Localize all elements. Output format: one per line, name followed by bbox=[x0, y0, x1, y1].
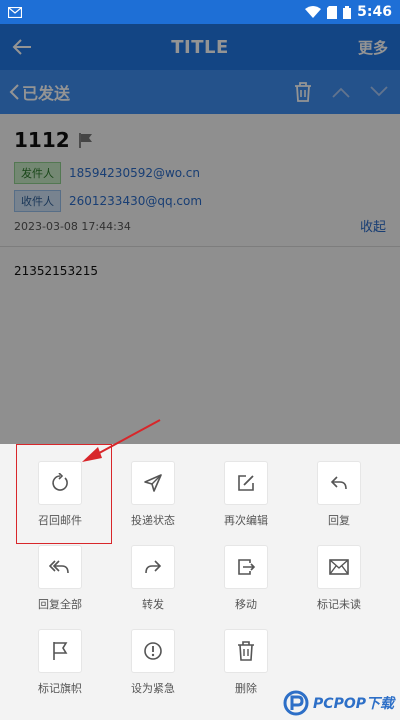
action-label: 标记旗帜 bbox=[38, 682, 82, 695]
annotation-arrow-icon bbox=[82, 419, 161, 462]
send-icon bbox=[144, 474, 162, 492]
action-label: 标记未读 bbox=[317, 598, 361, 611]
move-icon bbox=[238, 559, 256, 575]
delete-button[interactable]: 删除 bbox=[206, 630, 286, 710]
action-label: 投递状态 bbox=[131, 514, 175, 527]
mark-flag-button[interactable]: 标记旗帜 bbox=[20, 630, 100, 710]
forward-icon bbox=[145, 560, 162, 574]
action-label: 回复全部 bbox=[38, 598, 82, 611]
action-label: 再次编辑 bbox=[224, 514, 268, 527]
action-label: 回复 bbox=[328, 514, 350, 527]
reply-button[interactable]: 回复 bbox=[299, 462, 379, 542]
pcpop-logo-icon bbox=[283, 690, 309, 716]
watermark: PCPOP下载 bbox=[283, 690, 394, 716]
no-sim-icon bbox=[327, 5, 338, 19]
reply-all-button[interactable]: 回复全部 bbox=[20, 546, 100, 626]
edit-again-button[interactable]: 再次编辑 bbox=[206, 462, 286, 542]
mail-icon bbox=[329, 559, 349, 575]
notification-mail-icon bbox=[8, 6, 22, 18]
flag-icon bbox=[53, 642, 68, 660]
dim-overlay[interactable] bbox=[0, 24, 400, 444]
wifi-icon bbox=[305, 6, 322, 18]
action-label: 删除 bbox=[235, 682, 257, 695]
action-label: 移动 bbox=[235, 598, 257, 611]
edit-icon bbox=[238, 475, 254, 491]
reply-all-icon bbox=[49, 560, 69, 574]
move-button[interactable]: 移动 bbox=[206, 546, 286, 626]
status-time: 5:46 bbox=[357, 4, 392, 20]
delivery-status-button[interactable]: 投递状态 bbox=[113, 462, 193, 542]
mark-unread-button[interactable]: 标记未读 bbox=[299, 546, 379, 626]
delete-icon bbox=[238, 641, 254, 661]
action-label: 转发 bbox=[142, 598, 164, 611]
reply-icon bbox=[330, 476, 347, 490]
forward-button[interactable]: 转发 bbox=[113, 546, 193, 626]
action-label: 设为紧急 bbox=[131, 682, 175, 695]
status-bar: 5:46 bbox=[0, 0, 400, 24]
urgent-icon bbox=[144, 642, 162, 660]
set-urgent-button[interactable]: 设为紧急 bbox=[113, 630, 193, 710]
battery-icon bbox=[343, 5, 352, 19]
watermark-text: PCPOP下载 bbox=[313, 696, 394, 712]
